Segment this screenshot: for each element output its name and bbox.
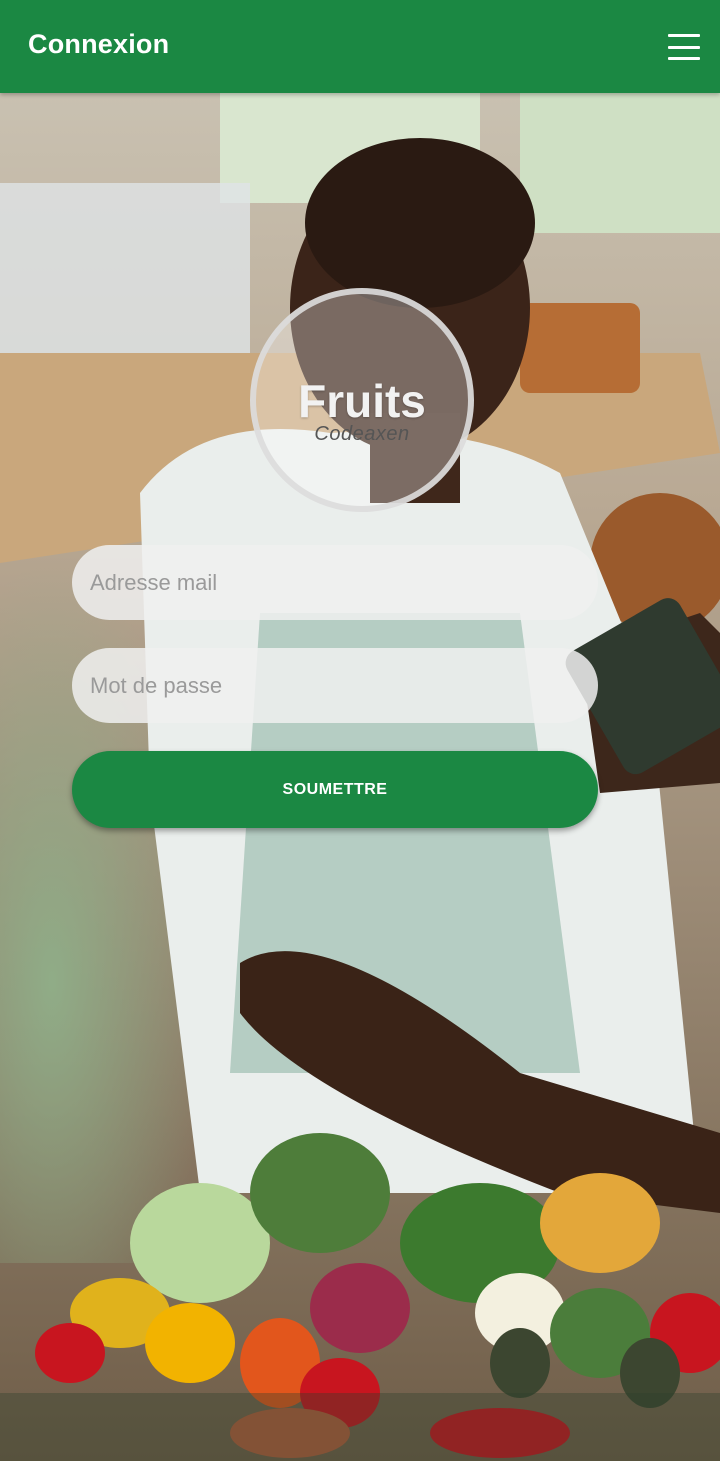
email-field[interactable] — [72, 545, 598, 620]
logo-title: Fruits — [298, 375, 426, 427]
app-bar: Connexion — [0, 0, 720, 93]
hamburger-menu-icon[interactable] — [668, 34, 700, 60]
app-logo: Fruits Codeaxen — [250, 288, 474, 512]
logo-subtitle: Codeaxen — [314, 423, 410, 445]
page-title: Connexion — [28, 29, 170, 59]
submit-button[interactable]: SOUMETTRE — [72, 751, 598, 828]
password-field[interactable] — [72, 648, 598, 723]
